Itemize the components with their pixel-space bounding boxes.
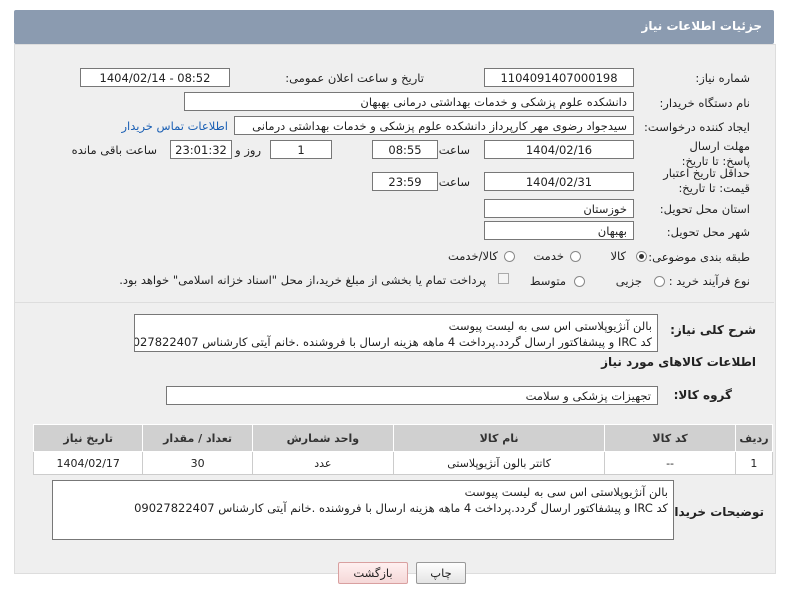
reply-deadline-label: مهلت ارسال پاسخ: تا تاریخ: [681,139,750,168]
category-goods-label: کالا [610,249,626,263]
contact-buyer-link[interactable]: اطلاعات تماس خریدار [121,119,228,133]
buyer-org-field[interactable]: دانشکده علوم پزشکی و خدمات بهداشتی درمان… [184,92,634,111]
page-title: جزئیات اطلاعات نیاز [641,19,762,33]
price-date-field[interactable]: 1404/02/31 [484,172,634,191]
need-number-label: شماره نیاز: [695,71,750,85]
cell-row: 1 [734,451,774,475]
category-goods-radio[interactable] [636,251,647,262]
process-medium-radio[interactable] [574,276,585,287]
remaining-label: ساعت باقی مانده [71,143,157,157]
buyer-notes-label: توضیحات خریدار: [662,505,764,519]
city-field[interactable]: بهبهان [484,221,634,240]
need-number-field[interactable]: 1104091407000198 [484,68,634,87]
table-row: 1 -- کاتتر بالون آنژیوپلاستی عدد 30 1404… [32,451,774,475]
cell-unit: عدد [251,451,394,475]
back-button[interactable]: بازگشت [338,562,408,584]
price-time-label: ساعت [438,175,470,189]
process-minor-label: جزیی [615,274,642,288]
category-label: طبقه بندی موضوعی: [648,250,750,264]
process-label: نوع فرآیند خرید : [668,274,750,288]
description-box[interactable]: بالن آنژیوپلاستی اس سی به لیست پیوست کد … [134,314,658,352]
buyer-org-label: نام دستگاه خریدار: [659,96,750,110]
treasury-payment-checkbox[interactable] [498,273,509,284]
remaining-time-field[interactable]: 23:01:32 [170,140,232,159]
reply-time-field[interactable]: 08:55 [372,140,438,159]
goods-section-title: اطلاعات کالاهای مورد نیاز [601,355,756,369]
col-name: نام کالا [392,424,606,452]
treasury-payment-note: پرداخت تمام یا بخشی از مبلغ خرید،از محل … [119,273,486,287]
goods-group-field[interactable]: تجهیزات پزشکی و سلامت [166,386,658,405]
reply-time-label: ساعت [438,143,470,157]
process-minor-radio[interactable] [654,276,665,287]
requester-field[interactable]: سیدجواد رضوی مهر کارپرداز دانشکده علوم پ… [234,116,634,135]
process-medium-label: متوسط [529,274,566,288]
title-bar: جزئیات اطلاعات نیاز [14,10,774,44]
col-unit: واحد شمارش [251,424,394,452]
price-time-field[interactable]: 23:59 [372,172,438,191]
province-label: استان محل تحویل: [659,202,750,216]
goods-table-header: ردیف کد کالا نام کالا واحد شمارش تعداد /… [32,424,774,452]
buyer-notes-line-2: کد IRC و پیشفاکتور ارسال گردد.پرداخت 4 م… [134,501,668,515]
city-label: شهر محل تحویل: [666,225,750,239]
price-validity-label: حداقل تاریخ اعتبار قیمت: تا تاریخ: [663,166,750,195]
col-qty: تعداد / مقدار [142,424,253,452]
buyer-notes-box[interactable]: بالن آنژیوپلاستی اس سی به لیست پیوست کد … [52,480,674,540]
category-service-label: خدمت [533,249,564,263]
col-row: ردیف [734,424,774,452]
goods-group-label: گروه کالا: [673,388,732,402]
buyer-notes-line-1: بالن آنژیوپلاستی اس سی به لیست پیوست [464,485,668,499]
cell-qty: 30 [142,451,253,475]
description-line-2: کد IRC و پیشفاکتور ارسال گردد.پرداخت 4 م… [134,335,652,349]
category-both-radio[interactable] [504,251,515,262]
col-code: کد کالا [604,424,736,452]
announce-label: تاریخ و ساعت اعلان عمومی: [285,71,424,85]
description-line-1: بالن آنژیوپلاستی اس سی به لیست پیوست [448,319,652,333]
cell-date: 1404/02/17 [32,451,144,475]
reply-date-field[interactable]: 1404/02/16 [484,140,634,159]
province-field[interactable]: خوزستان [484,199,634,218]
description-label: شرح کلی نیاز: [670,323,756,337]
category-service-radio[interactable] [570,251,581,262]
divider [14,302,774,303]
goods-table: ردیف کد کالا نام کالا واحد شمارش تعداد /… [32,424,774,475]
category-both-label: کالا/خدمت [447,249,498,263]
announce-field[interactable]: 1404/02/14 - 08:52 [80,68,230,87]
days-field[interactable]: 1 [270,140,332,159]
col-date: تاریخ نیاز [32,424,144,452]
days-label: روز و [235,143,261,157]
cell-code: -- [604,451,736,475]
print-button[interactable]: چاپ [416,562,466,584]
requester-label: ایجاد کننده درخواست: [644,120,750,134]
cell-name: کاتتر بالون آنژیوپلاستی [392,451,606,475]
